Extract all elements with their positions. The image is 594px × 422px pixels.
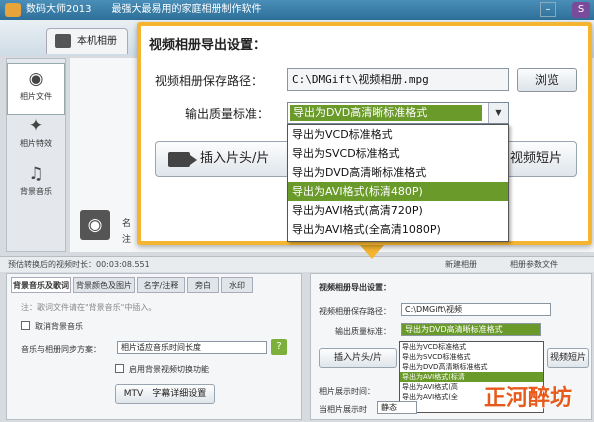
sidebar-item-label: 相片文件 [20,92,52,101]
video-short-label: 视频短片 [510,151,563,166]
sidebar-item-photos[interactable]: ◉ 相片文件 [7,63,65,115]
sidebar-item-label: 背景音乐 [20,187,52,196]
path-input[interactable]: C:\DMGift\视频 [401,303,551,316]
path-label: 视频相册保存路径： [319,307,391,316]
quality-selected-value: 导出为DVD高清晰标准格式 [290,105,482,121]
duration-text: 预估转换后的视频时长：00:03:08.551 [8,260,150,269]
sync-select[interactable]: 相片适应音乐时间长度 [117,341,267,354]
thumb-note-label: 注 [122,235,132,245]
tab-name-note[interactable]: 名字/注释 [137,277,185,293]
portrait-icon [55,34,71,48]
quality-option-avi-480p[interactable]: 导出为AVI格式(标清480P) [288,182,508,201]
video-camera-icon [168,152,197,167]
quality-option-dvd[interactable]: 导出为DVD高清晰标准格式 [288,163,508,182]
corner-logo-icon: S [572,2,590,18]
enable-switch-checkbox[interactable] [115,364,124,373]
video-short-button[interactable]: 视频短片 [501,141,577,177]
browse-button[interactable]: 浏览 [517,68,577,92]
sidebar-item-music[interactable]: ♫ 背景音乐 [7,159,65,211]
chevron-down-icon[interactable]: ▼ [488,103,508,123]
quality-option-svcd[interactable]: 导出为SVCD标准格式 [288,144,508,163]
album-params-button[interactable]: 相册参数文件 [510,257,558,272]
save-path-label: 视频相册保存路径： [155,74,264,88]
app-logo-icon [5,3,21,17]
panel-title: 视频相册导出设置： [319,283,391,292]
tab-label: 本机相册 [77,36,117,47]
mini-option[interactable]: 导出为DVD高清晰标准格式 [400,362,543,372]
insert-head-button[interactable]: 插入片头/片 [319,348,397,368]
insert-head-tail-label: 插入片头/片 [200,151,270,166]
camera-icon: ◉ [28,69,44,89]
sidebar-item-effects[interactable]: ✦ 相片特效 [7,111,65,163]
mtv-settings-button[interactable]: MTV 字幕详细设置 [115,384,215,404]
title-bar: 数码大师2013 最强大最易用的家庭相册制作软件 – S [0,0,594,20]
quality-select[interactable]: 导出为DVD高清晰标准格式 ▼ [287,102,509,124]
quality-option-avi-1080p[interactable]: 导出为AVI格式(全高清1080P) [288,220,508,239]
lyrics-hint: 注：歌词文件请在"背景音乐"中插入。 [21,303,157,312]
quality-label: 输出质量标准： [185,107,270,121]
thumb-name-label: 名 [122,219,132,229]
save-path-input[interactable]: C:\DMGift\视频相册.mpg [287,68,509,91]
photo-time-label: 相片展示时间： [319,387,375,396]
video-short-button[interactable]: 视频短片 [547,348,589,368]
minimize-button[interactable]: – [540,2,556,17]
quality-option-vcd[interactable]: 导出为VCD标准格式 [288,125,508,144]
app-title: 数码大师2013 最强大最易用的家庭相册制作软件 [26,4,262,15]
camera-thumb-icon: ◉ [80,210,110,240]
cancel-music-checkbox[interactable] [21,321,30,330]
dialog-title: 视频相册导出设置： [149,38,267,53]
quality-option-avi-720p[interactable]: 导出为AVI格式(高清720P) [288,201,508,220]
tab-local-album[interactable]: 本机相册 [46,28,128,54]
new-album-button[interactable]: 新建相册 [445,257,477,272]
export-dialog: 视频相册导出设置： 视频相册保存路径： C:\DMGift\视频相册.mpg 浏… [137,22,592,245]
tab-watermark[interactable]: 水印 [221,277,253,293]
watermark-text: 正河醉坊 [483,386,572,411]
music-icon: ♫ [28,164,44,184]
cancel-music-label: 取消背景音乐 [35,322,83,331]
tab-music-lyrics[interactable]: 背景音乐及歌词 [11,277,71,293]
mini-option[interactable]: 导出为VCD标准格式 [400,342,543,352]
tab-narration[interactable]: 旁白 [187,277,219,293]
insert-head-tail-button[interactable]: 插入片头/片 [155,141,295,177]
quality-dropdown-list[interactable]: 导出为VCD标准格式 导出为SVCD标准格式 导出为DVD高清晰标准格式 导出为… [287,124,509,242]
mini-option[interactable]: 导出为SVCD标准格式 [400,352,543,362]
callout-pointer [360,245,384,259]
enable-switch-label: 启用背景视频切换功能 [129,365,209,374]
sync-label: 音乐与相册同步方案： [21,345,101,354]
album-show-select[interactable]: 静态 [377,401,417,414]
sidebar-item-label: 相片特效 [20,139,52,148]
effects-icon: ✦ [28,116,44,136]
music-settings-panel: 背景音乐及歌词 背景颜色及图片 名字/注释 旁白 水印 注：歌词文件请在"背景音… [6,273,302,420]
help-icon[interactable]: ? [271,339,287,355]
tab-bg-color[interactable]: 背景颜色及图片 [73,277,135,293]
sidebar: ◉ 相片文件 ✦ 相片特效 ♫ 背景音乐 [6,58,66,252]
status-bar: 预估转换后的视频时长：00:03:08.551 新建相册 相册参数文件 [0,256,594,272]
quality-label: 输出质量标准： [335,327,391,336]
quality-select[interactable]: 导出为DVD高清晰标准格式 [401,323,541,336]
album-show-label: 当相片展示时 [319,405,367,414]
